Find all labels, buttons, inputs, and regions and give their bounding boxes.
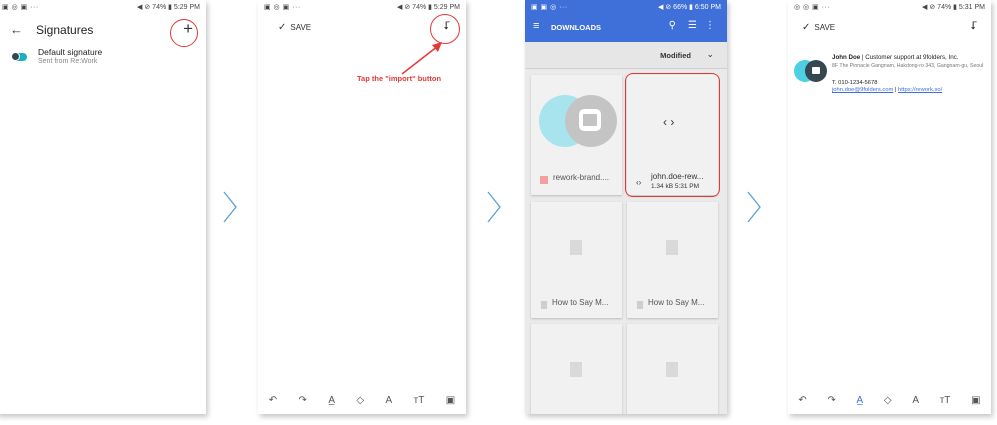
save-button[interactable]: ✓ SAVE — [802, 22, 835, 33]
file-name: rework-brand.... — [553, 173, 610, 182]
check-icon: ✓ — [278, 22, 287, 33]
app-bar: ▣ ▣ ◎ ··· ◀ ⊘ 66% ▮ 6:50 PM ≡ DOWNLOADS … — [525, 0, 727, 42]
redo-icon[interactable]: ↷ — [299, 395, 307, 406]
file-name: How to Say M... — [552, 298, 609, 307]
status-icons-left: ▣ ◎ ▣ ··· — [2, 4, 39, 11]
status-icons-right: ◀ ⊘ 66% ▮ 6:50 PM — [658, 4, 721, 11]
signature-subtitle: Sent from Re:Work — [38, 58, 98, 65]
brand-logo — [794, 60, 828, 82]
signature-name: John Doe — [832, 54, 861, 61]
image-icon[interactable]: ▣ — [971, 395, 980, 406]
undo-icon[interactable]: ↶ — [269, 395, 277, 406]
formatting-toolbar: ↶ ↷ A̲ ◇ A ᴛT ▣ — [788, 392, 991, 408]
next-step-chevron-icon — [747, 191, 761, 223]
status-icons-left: ▣ ◎ ▣ ··· — [264, 4, 301, 11]
status-bar: ◎ ◎ ▣ ··· ◀ ⊘ 74% ▮ 5:31 PM — [788, 0, 991, 14]
redo-icon[interactable]: ↷ — [827, 395, 835, 406]
signature-preview: John Doe | Customer support at 9folders,… — [788, 50, 991, 110]
page-title: Signatures — [36, 23, 94, 37]
file-tile[interactable]: How to Say M... — [531, 202, 622, 318]
downloads-title: DOWNLOADS — [551, 23, 601, 32]
text-color-icon[interactable]: A̲ — [857, 395, 864, 406]
highlight-circle — [170, 19, 198, 47]
formatting-toolbar: ↶ ↷ A̲ ◇ A ᴛT ▣ — [258, 392, 466, 408]
list-view-icon[interactable]: ☰ — [688, 20, 697, 31]
next-step-chevron-icon — [223, 191, 237, 223]
status-icons-left: ▣ ▣ ◎ ··· — [531, 4, 568, 11]
check-icon: ✓ — [802, 22, 811, 33]
status-icons-right: ◀ ⊘ 74% ▮ 5:29 PM — [137, 4, 200, 11]
menu-icon[interactable]: ≡ — [533, 20, 539, 32]
image-icon[interactable]: ▣ — [446, 395, 455, 406]
small-document-icon — [541, 301, 547, 309]
highlight-box — [625, 73, 720, 197]
font-icon[interactable]: A — [912, 395, 919, 406]
status-bar: ▣ ◎ ▣ ··· ◀ ⊘ 74% ▮ 5:29 PM — [0, 0, 206, 14]
status-bar: ▣ ◎ ▣ ··· ◀ ⊘ 74% ▮ 5:29 PM — [258, 0, 466, 14]
file-tile[interactable]: rework-brand.... — [531, 75, 622, 195]
document-icon — [570, 240, 582, 255]
chevron-down-icon[interactable]: ⌄ — [706, 49, 714, 60]
screen-signature-editor-imported: ◎ ◎ ▣ ··· ◀ ⊘ 74% ▮ 5:31 PM ✓ SAVE ⮦ John… — [788, 0, 991, 414]
signature-title: Default signature — [38, 47, 103, 57]
signature-name-line: John Doe | Customer support at 9folders,… — [832, 54, 958, 61]
mail-icon — [579, 109, 601, 131]
search-icon[interactable]: ⚲ — [669, 20, 676, 31]
undo-icon[interactable]: ↶ — [798, 395, 806, 406]
image-file-icon — [540, 176, 548, 184]
file-tile[interactable] — [627, 324, 718, 414]
sort-label[interactable]: Modified — [660, 51, 691, 60]
status-icons-left: ◎ ◎ ▣ ··· — [794, 4, 831, 11]
sort-bar: Modified ⌄ — [525, 42, 727, 69]
text-size-icon[interactable]: ᴛT — [940, 395, 951, 406]
highlight-icon[interactable]: ◇ — [884, 395, 892, 406]
save-label: SAVE — [290, 23, 312, 32]
mail-icon — [812, 67, 820, 74]
annotation-arrow — [401, 42, 442, 75]
signature-list-item[interactable]: Default signature Sent from Re:Work — [0, 46, 206, 70]
toggle-icon[interactable] — [11, 52, 27, 61]
back-arrow-icon[interactable]: ← — [10, 22, 23, 37]
document-icon — [666, 240, 678, 255]
next-step-chevron-icon — [487, 191, 501, 223]
signature-address: 8F The Pinnacle Gangnam, Hakdong-ro 343,… — [832, 63, 984, 69]
editor-bar: ✓ SAVE ⮦ — [788, 20, 991, 38]
signature-url-link[interactable]: https://rework.so/ — [898, 87, 942, 93]
status-icons-right: ◀ ⊘ 74% ▮ 5:31 PM — [922, 4, 985, 11]
screen-downloads-picker: ▣ ▣ ◎ ··· ◀ ⊘ 66% ▮ 6:50 PM ≡ DOWNLOADS … — [525, 0, 727, 414]
screen-signature-editor-empty: ▣ ◎ ▣ ··· ◀ ⊘ 74% ▮ 5:29 PM ✓ SAVE ⮦ Tap … — [258, 0, 466, 414]
more-options-icon[interactable]: ⋮ — [705, 20, 715, 31]
file-name: How to Say M... — [648, 298, 705, 307]
text-color-icon[interactable]: A̲ — [328, 395, 335, 406]
font-icon[interactable]: A — [386, 395, 393, 406]
file-tile[interactable] — [531, 324, 622, 414]
signature-phone: T. 010-1234-5678 — [832, 80, 878, 86]
file-tile[interactable]: How to Say M... — [627, 202, 718, 318]
signature-email-link[interactable]: john.doe@9folders.com — [832, 87, 893, 93]
status-icons-right: ◀ ⊘ 74% ▮ 5:29 PM — [397, 4, 460, 11]
brand-preview-image — [539, 93, 617, 149]
text-size-icon[interactable]: ᴛT — [414, 395, 425, 406]
status-bar: ▣ ▣ ◎ ··· ◀ ⊘ 66% ▮ 6:50 PM — [525, 0, 727, 14]
save-label: SAVE — [814, 23, 836, 32]
annotation-text: Tap the "import" button — [357, 74, 442, 83]
small-document-icon — [637, 301, 643, 309]
screen-signatures-list: ▣ ◎ ▣ ··· ◀ ⊘ 74% ▮ 5:29 PM ← Signatures… — [0, 0, 206, 414]
highlight-icon[interactable]: ◇ — [356, 395, 364, 406]
import-icon[interactable]: ⮦ — [971, 20, 978, 33]
document-icon — [570, 362, 582, 377]
save-button[interactable]: ✓ SAVE — [278, 22, 311, 33]
signature-contact-line: john.doe@9folders.com | https://rework.s… — [832, 87, 942, 93]
document-icon — [666, 362, 678, 377]
signature-role: | Customer support at 9folders, Inc. — [860, 54, 959, 61]
